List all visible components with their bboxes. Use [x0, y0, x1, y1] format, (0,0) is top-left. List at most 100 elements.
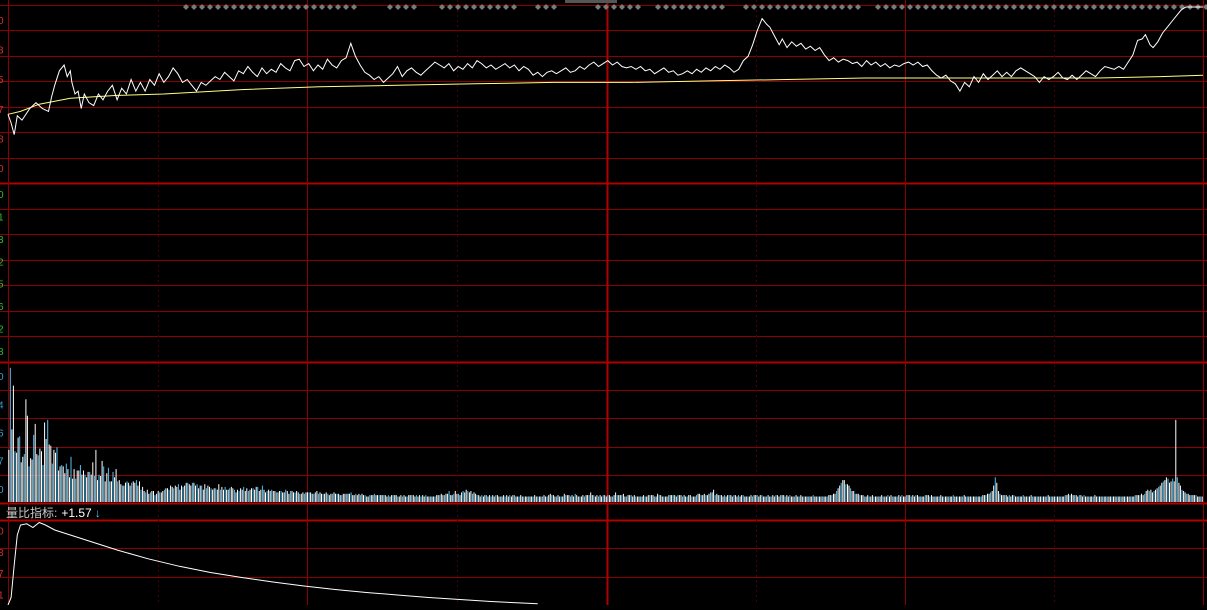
- volume-tick-label: 0: [0, 372, 4, 383]
- price-tick-label: 0: [0, 164, 4, 175]
- diamond-marker-icon: [891, 4, 897, 10]
- diamond-marker-icon: [343, 4, 349, 10]
- diamond-marker-icon: [971, 4, 977, 10]
- diamond-marker-icon: [1059, 4, 1065, 10]
- diamond-marker-icon: [335, 4, 341, 10]
- diamond-marker-icon: [287, 4, 293, 10]
- diamond-marker-icon: [767, 4, 773, 10]
- diamond-marker-icon: [191, 4, 197, 10]
- diamond-marker-icon: [799, 4, 805, 10]
- diamond-marker-icon: [979, 4, 985, 10]
- diamond-marker-icon: [263, 4, 269, 10]
- middle-tick-label: 2: [0, 324, 4, 335]
- diamond-marker-icon: [1035, 4, 1041, 10]
- scroll-thumb: [565, 0, 617, 3]
- diamond-marker-icon: [319, 4, 325, 10]
- diamond-marker-icon: [1163, 4, 1169, 10]
- diamond-marker-icon: [931, 4, 937, 10]
- diamond-marker-icon: [1075, 4, 1081, 10]
- diamond-marker-icon: [327, 4, 333, 10]
- diamond-marker-icon: [447, 4, 453, 10]
- diamond-marker-icon: [1131, 4, 1137, 10]
- indicator-panel: [7, 521, 538, 606]
- diamond-marker-icon: [231, 4, 237, 10]
- down-arrow-icon: ↓: [94, 506, 101, 520]
- indicator-tick-label: 1: [0, 590, 4, 601]
- diamond-marker-icon: [455, 4, 461, 10]
- indicator-name: 量比指标:: [6, 506, 58, 520]
- diamond-marker-icon: [1155, 4, 1161, 10]
- diamond-marker-icon: [271, 4, 277, 10]
- diamond-marker-icon: [543, 4, 549, 10]
- diamond-marker-icon: [1067, 4, 1073, 10]
- diamond-marker-icon: [899, 4, 905, 10]
- diamond-marker-icon: [511, 4, 517, 10]
- diamond-marker-icon: [1099, 4, 1105, 10]
- diamond-marker-icon: [411, 4, 417, 10]
- diamond-marker-icon: [463, 4, 469, 10]
- diamond-marker-icon: [199, 4, 205, 10]
- price-line: [7, 6, 1203, 135]
- diamond-marker-icon: [775, 4, 781, 10]
- diamond-marker-icon: [995, 4, 1001, 10]
- diamond-marker-icon: [535, 4, 541, 10]
- diamond-marker-icon: [655, 4, 661, 10]
- diamond-marker-icon: [815, 4, 821, 10]
- diamond-marker-icon: [395, 4, 401, 10]
- diamond-marker-icon: [1139, 4, 1145, 10]
- diamond-marker-icon: [595, 4, 601, 10]
- diamond-marker-icon: [923, 4, 929, 10]
- price-panel: [7, 6, 1204, 135]
- diamond-marker-icon: [1003, 4, 1009, 10]
- diamond-marker-icon: [207, 4, 213, 10]
- diamond-marker-icon: [351, 4, 357, 10]
- diamond-marker-icon: [1083, 4, 1089, 10]
- diamond-marker-icon: [403, 4, 409, 10]
- diamond-marker-icon: [223, 4, 229, 10]
- diamond-marker-icon: [703, 4, 709, 10]
- volume-panel: [8, 367, 1203, 502]
- diamond-marker-icon: [1115, 4, 1121, 10]
- grid-lines: [0, 0, 1207, 606]
- diamond-marker-icon: [1051, 4, 1057, 10]
- diamond-marker-icon: [679, 4, 685, 10]
- diamond-marker-icon: [619, 4, 625, 10]
- indicator-tick-label: 7: [0, 569, 4, 580]
- diamond-marker-icon: [663, 4, 669, 10]
- diamond-marker-icon: [387, 4, 393, 10]
- diamond-marker-icon: [479, 4, 485, 10]
- volume-tick-label: 0: [0, 485, 4, 496]
- diamond-marker-icon: [875, 4, 881, 10]
- diamond-marker-icon: [759, 4, 765, 10]
- diamond-marker-icon: [939, 4, 945, 10]
- middle-tick-label: 6: [0, 302, 4, 313]
- diamond-marker-icon: [791, 4, 797, 10]
- diamond-marker-icon: [247, 4, 253, 10]
- diamond-marker-icon: [847, 4, 853, 10]
- diamond-marker-icon: [611, 4, 617, 10]
- price-tick-label: 5: [0, 75, 4, 86]
- volume-ratio-line: [7, 521, 538, 606]
- diamond-marker-icon: [1019, 4, 1025, 10]
- diamond-marker-icon: [627, 4, 633, 10]
- diamond-marker-icon: [215, 4, 221, 10]
- diamond-marker-icon: [915, 4, 921, 10]
- indicator-value: +1.57: [61, 506, 92, 520]
- diamond-marker-icon: [183, 4, 189, 10]
- diamond-marker-icon: [719, 4, 725, 10]
- middle-tick-label: 3: [0, 235, 4, 246]
- diamond-marker-icon: [255, 4, 261, 10]
- middle-tick-label: 0: [0, 190, 4, 201]
- diamond-marker-icon: [239, 4, 245, 10]
- diamond-marker-icon: [503, 4, 509, 10]
- diamond-marker-icon: [1011, 4, 1017, 10]
- diamond-marker-icon: [295, 4, 301, 10]
- diamond-marker-icon: [487, 4, 493, 10]
- diamond-marker-icon: [1091, 4, 1097, 10]
- indicator-tick-label: 0: [0, 527, 4, 538]
- diamond-marker-icon: [551, 4, 557, 10]
- diamond-marker-icon: [751, 4, 757, 10]
- y-axis-tick-labels: 0 3 5 7 8 0 0 1 3 2 5 6 2 8 0 4 6 7 0 0 8 7 1: [0, 16, 4, 602]
- diamond-marker-icon: [743, 4, 749, 10]
- diamond-marker-icon: [831, 4, 837, 10]
